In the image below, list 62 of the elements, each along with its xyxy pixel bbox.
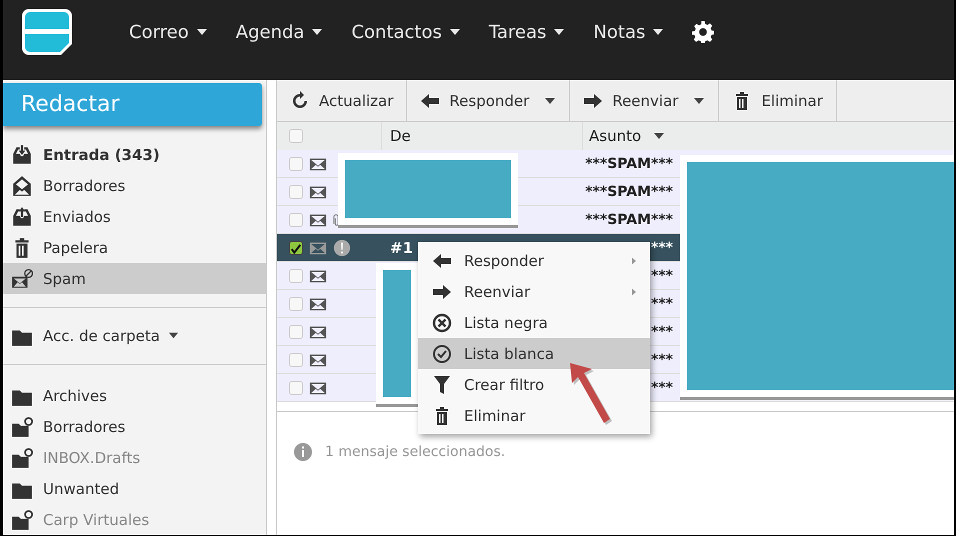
- outbox-icon: [11, 206, 33, 228]
- folder-label: Borradores: [43, 177, 126, 196]
- subject-cell-text: ***: [650, 380, 674, 396]
- folder-item[interactable]: Entrada (343): [3, 140, 266, 171]
- envelope-open-icon: [11, 175, 33, 198]
- folder-label: Carp Virtuales: [43, 510, 150, 529]
- blocked-circle-icon: [432, 312, 452, 332]
- folder-item[interactable]: Papelera: [3, 232, 266, 264]
- spam-icon: [11, 268, 33, 290]
- folder-label: Spam: [43, 270, 86, 288]
- folder-label: Papelera: [43, 238, 108, 257]
- nav-menu[interactable]: Correo: [115, 22, 222, 42]
- folder-plus-icon: [11, 446, 33, 469]
- refresh-icon: [290, 90, 310, 110]
- folder-label: Archives: [43, 387, 107, 406]
- folder-label: Borradores: [43, 418, 126, 436]
- nav-menu[interactable]: Tareas: [474, 22, 580, 42]
- nav-menu[interactable]: Contactos: [337, 22, 475, 42]
- submenu-arrow-icon: [630, 256, 638, 264]
- folder-item[interactable]: Borradores: [3, 170, 266, 202]
- subject-cell-text: ***: [650, 296, 674, 312]
- sender-cell-text: #1: [389, 238, 414, 256]
- folder-item[interactable]: Borradores: [3, 412, 266, 442]
- folder-actions-menu[interactable]: Acc. de carpeta: [43, 326, 179, 345]
- folder-item[interactable]: Spam: [3, 263, 266, 294]
- folder-label: Entrada (343): [43, 146, 160, 164]
- subject-cell-text: ***: [650, 324, 674, 340]
- check-circle-icon: [432, 344, 452, 364]
- submenu-arrow-icon: [630, 288, 638, 296]
- nav-menu[interactable]: Agenda: [222, 22, 338, 42]
- menu-item[interactable]: Crear filtro: [418, 369, 650, 400]
- row-checkbox[interactable]: [289, 240, 303, 254]
- folder-item[interactable]: Archives: [3, 380, 266, 412]
- folder-item[interactable]: Enviados: [3, 201, 266, 232]
- folder-plus-icon: [11, 416, 33, 438]
- menu-item[interactable]: Lista negra: [418, 307, 650, 338]
- folder-label: INBOX.Drafts: [43, 448, 140, 467]
- app-logo[interactable]: [21, 8, 73, 56]
- settings-icon[interactable]: [692, 21, 714, 43]
- status-text: 1 mensaje seleccionados.: [325, 444, 506, 460]
- menu-item[interactable]: Lista blanca: [418, 338, 650, 369]
- nav-menu[interactable]: Notas: [579, 22, 678, 42]
- subject-cell-text: ***SPAM***: [584, 184, 674, 200]
- folder-label: Enviados: [43, 208, 111, 226]
- toolbar-button[interactable]: Eliminar: [719, 80, 837, 121]
- folder-label: Unwanted: [43, 480, 120, 498]
- folder-item[interactable]: Unwanted: [3, 473, 266, 504]
- subject-cell-text: ***: [650, 268, 674, 284]
- subject-cell-text: ***SPAM***: [584, 156, 674, 172]
- folder-plus-icon: [11, 508, 33, 531]
- toolbar-button[interactable]: Responder: [407, 80, 570, 121]
- info-icon: [293, 442, 313, 462]
- toolbar-button[interactable]: Reenviar: [570, 80, 720, 121]
- select-all-checkbox[interactable]: [289, 129, 303, 143]
- menu-item[interactable]: Responder: [418, 245, 650, 276]
- subject-cell-text: ***SPAM***: [584, 212, 674, 228]
- toolbar-button[interactable]: Actualizar: [277, 80, 408, 121]
- menu-item[interactable]: Eliminar: [418, 400, 650, 431]
- subject-cell-text: ***: [650, 352, 674, 368]
- subject-cell-text: ***: [650, 240, 674, 256]
- inbox-icon: [11, 144, 33, 166]
- menu-item[interactable]: Reenviar: [418, 276, 650, 307]
